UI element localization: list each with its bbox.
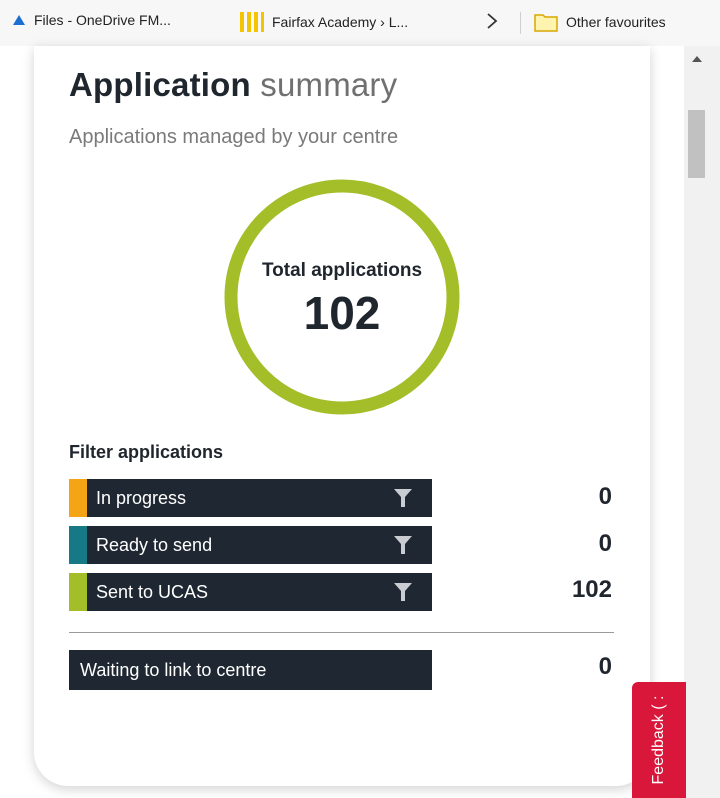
- folder-icon: [534, 12, 558, 32]
- status-swatch: [69, 479, 87, 517]
- bookmark-fairfax[interactable]: Fairfax Academy › L...: [240, 12, 408, 32]
- waiting-to-link-button[interactable]: Waiting to link to centre: [69, 650, 432, 690]
- filter-in-progress-button[interactable]: In progress: [69, 479, 432, 517]
- waiting-count: 0: [598, 653, 612, 680]
- card-subtitle: Applications managed by your centre: [69, 126, 399, 148]
- bookmark-label: Fairfax Academy › L...: [272, 14, 409, 30]
- bookmark-other-favourites[interactable]: Other favourites: [534, 12, 666, 32]
- bookmark-label: Other favourites: [566, 14, 666, 30]
- in-progress-count: 0: [598, 483, 612, 510]
- filter-label: Ready to send: [96, 534, 213, 555]
- status-swatch: [69, 526, 87, 564]
- waiting-label: Waiting to link to centre: [80, 659, 267, 680]
- filter-icon: [394, 536, 412, 559]
- filter-label: Sent to UCAS: [96, 581, 209, 602]
- filter-ready-to-send-button[interactable]: Ready to send: [69, 526, 432, 564]
- divider: [69, 632, 614, 633]
- status-swatch: [69, 573, 87, 611]
- ready-to-send-count: 0: [598, 530, 612, 557]
- more-bookmarks-chevron-icon[interactable]: [486, 12, 498, 30]
- feedback-label: Feedback ( :: [650, 695, 667, 785]
- vertical-scrollbar[interactable]: [684, 46, 720, 798]
- filter-sent-to-ucas-button[interactable]: Sent to UCAS: [69, 573, 432, 611]
- card-title-bold: Application: [69, 66, 251, 103]
- bookmarks-bar: Files - OneDrive FM... Fairfax Academy ›…: [0, 0, 720, 46]
- application-summary-card: Application summary Applications managed…: [34, 46, 650, 786]
- scrollbar-thumb[interactable]: [688, 110, 705, 178]
- feedback-tab[interactable]: Feedback ( :: [632, 682, 686, 798]
- page-content: Application summary Applications managed…: [0, 46, 684, 798]
- card-title-light: summary: [260, 66, 398, 103]
- yellow-bars-icon: [240, 12, 264, 32]
- filter-heading: Filter applications: [69, 442, 224, 462]
- card-title: Application summary: [69, 66, 397, 104]
- scroll-up-arrow-icon[interactable]: [692, 56, 702, 62]
- filter-label: In progress: [96, 487, 187, 508]
- bookmark-separator: [520, 12, 521, 34]
- filter-icon: [394, 489, 412, 512]
- bookmark-label: Files - OneDrive FM...: [34, 12, 171, 28]
- donut-label: Total applications: [261, 260, 423, 281]
- bookmark-onedrive[interactable]: Files - OneDrive FM...: [12, 12, 171, 28]
- sent-to-ucas-count: 102: [571, 576, 612, 603]
- filter-icon: [394, 583, 412, 606]
- donut-total: 102: [303, 287, 381, 339]
- onedrive-icon: [12, 14, 26, 26]
